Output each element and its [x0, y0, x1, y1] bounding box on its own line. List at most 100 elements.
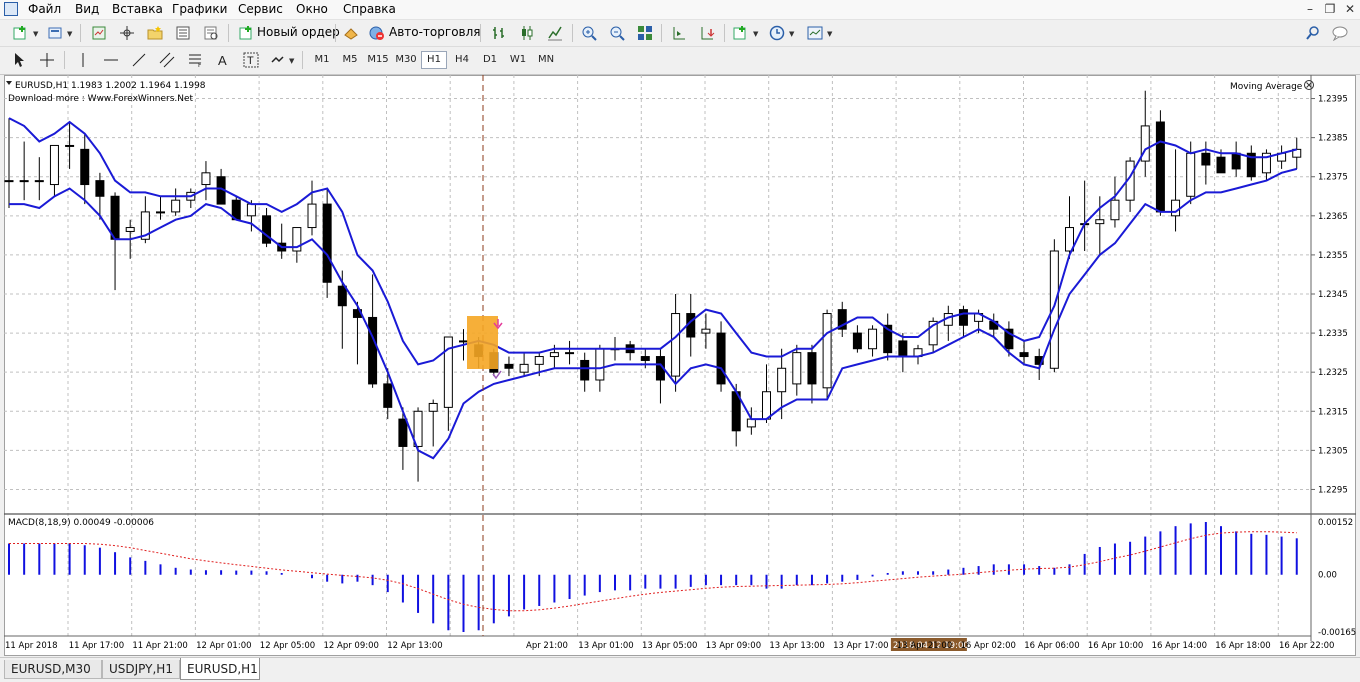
candle: [201, 161, 211, 201]
periods-clock-icon[interactable]: [766, 22, 788, 44]
minimize-icon[interactable]: –: [1302, 1, 1318, 17]
arrows-icon[interactable]: [266, 49, 288, 71]
candle: [625, 340, 635, 361]
period-m5[interactable]: M5: [337, 51, 363, 69]
text-tool-icon[interactable]: A: [212, 49, 234, 71]
period-m30[interactable]: M30: [393, 51, 419, 69]
horizontal-line-icon[interactable]: [100, 49, 122, 71]
bar-chart-icon[interactable]: [488, 22, 510, 44]
text-label-icon[interactable]: T: [240, 49, 262, 71]
candlestick-chart-icon[interactable]: [516, 22, 538, 44]
market-watch-icon[interactable]: [88, 22, 110, 44]
period-d1[interactable]: D1: [477, 51, 503, 69]
candle: [792, 344, 802, 396]
time-label: 11 Apr 2018: [5, 641, 58, 651]
menu-tools[interactable]: Сервис: [238, 2, 283, 16]
chart-header: EURUSD,H1 1.1983 1.2002 1.1964 1.1998: [15, 81, 206, 91]
search-icon[interactable]: [1302, 22, 1324, 44]
candle: [262, 208, 272, 248]
tab-usdjpy-h1[interactable]: USDJPY,H1: [102, 660, 180, 679]
new-order-button[interactable]: Новый ордер: [257, 25, 340, 39]
data-window-icon[interactable]: [172, 22, 194, 44]
period-w1[interactable]: W1: [505, 51, 531, 69]
menu-insert[interactable]: Вставка: [112, 2, 163, 16]
dropdown-caret-icon[interactable]: ▼: [789, 30, 794, 38]
time-label: 12 Apr 13:00: [387, 641, 442, 651]
chat-icon[interactable]: [1330, 22, 1352, 44]
meta-editor-icon[interactable]: [340, 22, 362, 44]
tile-windows-icon[interactable]: [634, 22, 656, 44]
time-label: 16 Apr 10:00: [1088, 641, 1143, 651]
menu-help[interactable]: Справка: [343, 2, 396, 16]
candle: [504, 356, 514, 377]
candle: [1034, 348, 1044, 380]
dropdown-caret-icon[interactable]: ▼: [67, 30, 72, 38]
restore-icon[interactable]: ❐: [1322, 1, 1338, 17]
candle: [49, 144, 59, 197]
menu-charts[interactable]: Графики: [172, 2, 227, 16]
price-label: 1.2295: [1318, 485, 1348, 495]
zoom-out-icon[interactable]: [606, 22, 628, 44]
candle: [156, 196, 165, 220]
tab-eurusd-h1[interactable]: EURUSD,H1: [180, 658, 260, 680]
candle: [1125, 157, 1135, 212]
price-chart[interactable]: EURUSD,H1 1.1983 1.2002 1.1964 1.1998 Do…: [4, 75, 1356, 656]
crosshair-icon[interactable]: [36, 49, 58, 71]
new-chart-icon[interactable]: [10, 22, 32, 44]
dropdown-caret-icon[interactable]: ▼: [753, 30, 758, 38]
candle: [913, 344, 923, 365]
auto-trading-button[interactable]: Авто-торговля: [389, 25, 481, 39]
zoom-in-icon[interactable]: [578, 22, 600, 44]
close-icon[interactable]: ✕: [1342, 1, 1358, 17]
standard-toolbar: ▼ ▼ Новый ордер Авто-торговля ▼ ▼ ▼: [0, 20, 1360, 47]
new-order-icon[interactable]: [236, 22, 258, 44]
macd-signal-line: [9, 531, 1297, 612]
period-h1[interactable]: H1: [421, 51, 447, 69]
toolbar-separator: [572, 24, 573, 42]
candle: [1201, 141, 1211, 185]
candle: [1231, 141, 1241, 177]
navigator-icon[interactable]: [116, 22, 138, 44]
fibonacci-icon[interactable]: F: [184, 49, 206, 71]
line-chart-icon[interactable]: [544, 22, 566, 44]
auto-trading-icon[interactable]: [366, 22, 388, 44]
app-icon: [4, 2, 18, 16]
templates-icon[interactable]: [804, 22, 826, 44]
menu-file[interactable]: Файл: [28, 2, 61, 16]
candle: [655, 348, 665, 404]
indicators-icon[interactable]: [730, 22, 752, 44]
strategy-tester-icon[interactable]: [200, 22, 222, 44]
trendline-icon[interactable]: [128, 49, 150, 71]
macd-scale-label: 0.00: [1318, 571, 1337, 581]
candle: [1292, 137, 1302, 169]
vertical-line-icon[interactable]: [72, 49, 94, 71]
toolbar-separator: [302, 51, 303, 69]
watermark-text: Download more : Www.ForexWinners.Net: [8, 94, 194, 104]
svg-text:T: T: [247, 55, 254, 67]
candle: [1246, 145, 1256, 181]
folder-icon[interactable]: [144, 22, 166, 44]
profiles-icon[interactable]: [44, 22, 66, 44]
menu-window[interactable]: Окно: [296, 2, 328, 16]
period-m1[interactable]: M1: [309, 51, 335, 69]
period-m15[interactable]: M15: [365, 51, 391, 69]
tab-eurusd-m30[interactable]: EURUSD,M30: [4, 660, 102, 679]
auto-scroll-icon[interactable]: [696, 22, 718, 44]
time-label: 16 Apr 18:00: [1215, 641, 1270, 651]
dropdown-caret-icon[interactable]: ▼: [827, 30, 832, 38]
toolbar-separator: [80, 24, 81, 42]
dropdown-caret-icon[interactable]: ▼: [289, 57, 294, 65]
equidistant-channel-icon[interactable]: [156, 49, 178, 71]
period-mn[interactable]: MN: [533, 51, 559, 69]
menu-view[interactable]: Вид: [75, 2, 99, 16]
toolbar-separator: [661, 24, 662, 42]
candle: [943, 305, 953, 341]
chart-shift-icon[interactable]: [668, 22, 690, 44]
price-label: 1.2395: [1318, 95, 1348, 105]
price-label: 1.2305: [1318, 446, 1348, 456]
period-h4[interactable]: H4: [449, 51, 475, 69]
time-label: 13 Apr 05:00: [642, 641, 697, 651]
cursor-icon[interactable]: [8, 49, 30, 71]
time-label: 13 Apr 17:00: [833, 641, 888, 651]
dropdown-caret-icon[interactable]: ▼: [33, 30, 38, 38]
